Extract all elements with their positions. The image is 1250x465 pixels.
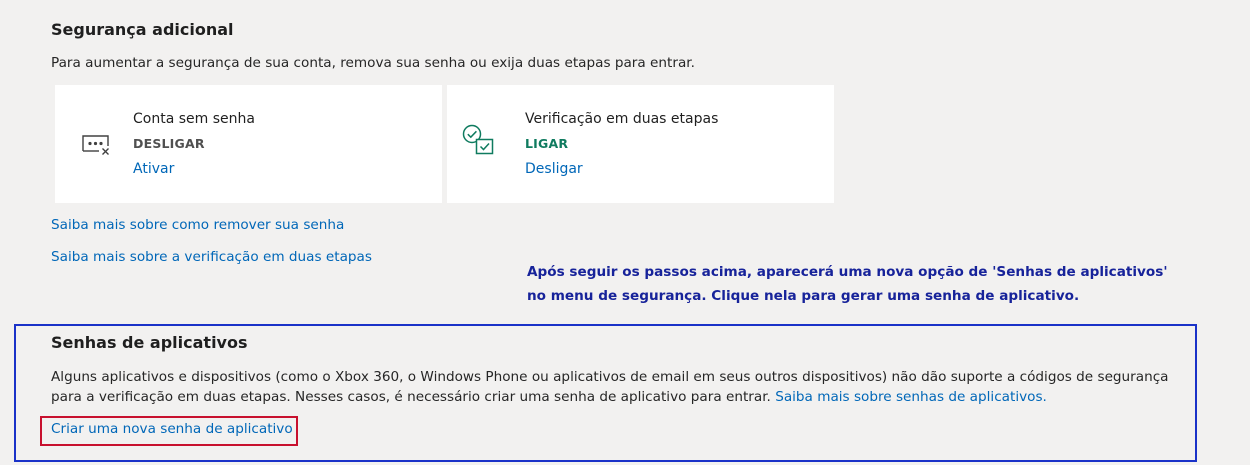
learn-app-passwords-link[interactable]: Saiba mais sobre senhas de aplicativos. bbox=[775, 389, 1047, 405]
annotation-line-2: no menu de segurança. Clique nela para g… bbox=[527, 288, 1080, 304]
two-step-check-icon bbox=[461, 123, 495, 157]
additional-security-title: Segurança adicional bbox=[51, 20, 234, 39]
annotation-line-1: Após seguir os passos acima, aparecerá u… bbox=[527, 264, 1168, 280]
two-step-title: Verificação em duas etapas bbox=[525, 111, 719, 127]
passwordless-activate-link[interactable]: Ativar bbox=[133, 161, 174, 177]
instruction-annotation: Após seguir os passos acima, aparecerá u… bbox=[527, 260, 1168, 308]
two-step-status: LIGAR bbox=[525, 136, 569, 151]
password-dots-icon bbox=[79, 127, 113, 161]
passwordless-card: Conta sem senha DESLIGAR Ativar bbox=[55, 85, 442, 203]
two-step-card: Verificação em duas etapas LIGAR Desliga… bbox=[447, 85, 834, 203]
learn-remove-password-link[interactable]: Saiba mais sobre como remover sua senha bbox=[51, 217, 344, 233]
passwordless-title: Conta sem senha bbox=[133, 111, 255, 127]
create-app-password-link[interactable]: Criar uma nova senha de aplicativo bbox=[51, 421, 293, 437]
additional-security-description: Para aumentar a segurança de sua conta, … bbox=[51, 55, 695, 71]
passwordless-status: DESLIGAR bbox=[133, 136, 205, 151]
app-passwords-description: Alguns aplicativos e dispositivos (como … bbox=[51, 367, 1201, 407]
app-passwords-title: Senhas de aplicativos bbox=[51, 333, 248, 352]
learn-two-step-link[interactable]: Saiba mais sobre a verificação em duas e… bbox=[51, 249, 372, 265]
two-step-disable-link[interactable]: Desligar bbox=[525, 161, 583, 177]
